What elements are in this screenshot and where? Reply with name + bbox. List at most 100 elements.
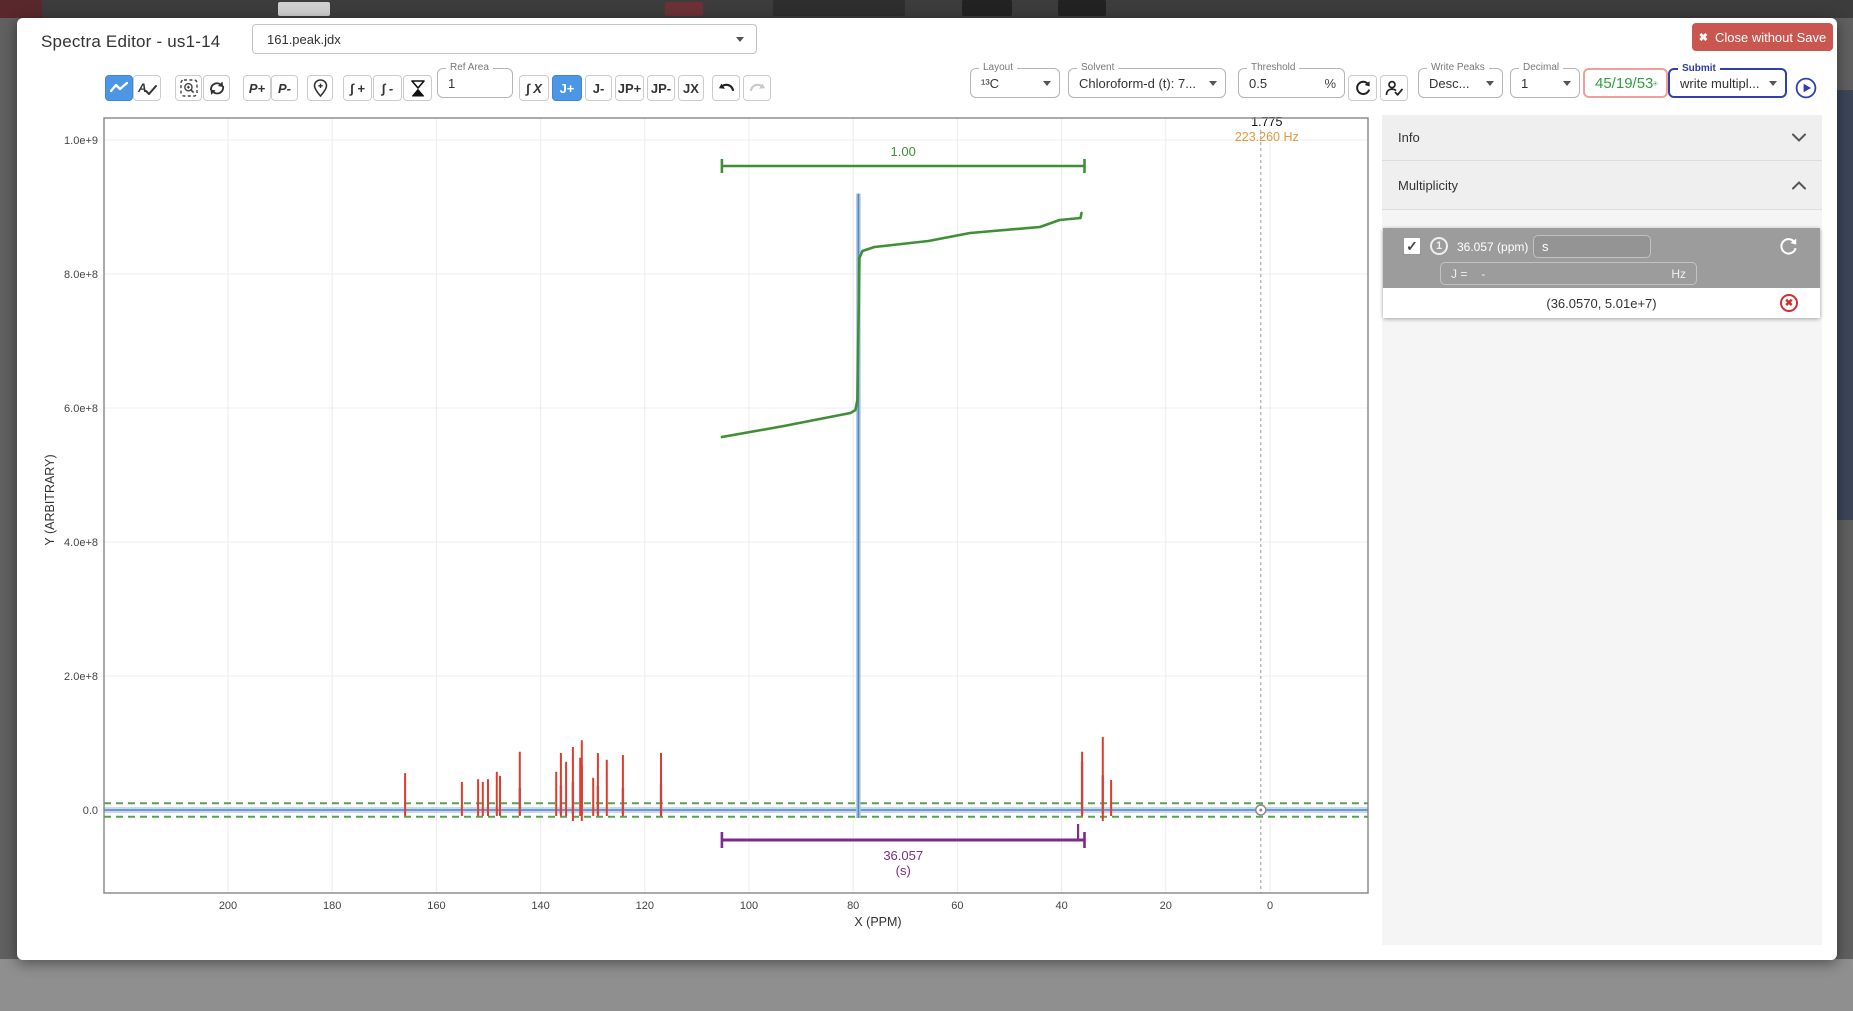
multiplicity-input[interactable]: [1533, 235, 1651, 258]
integral-x-button[interactable]: ∫ X: [519, 75, 549, 101]
peak-remove-button[interactable]: P-: [271, 75, 298, 101]
svg-text:160: 160: [427, 900, 445, 912]
undo-button[interactable]: [712, 75, 740, 101]
peak-counts-value: 45/19/53: [1595, 75, 1653, 92]
submit-value: write multipl...: [1680, 76, 1759, 91]
threshold-field[interactable]: Threshold %: [1238, 68, 1345, 98]
svg-text:36.057: 36.057: [883, 848, 923, 863]
solvent-select[interactable]: Solvent Chloroform-d (t): 7...: [1068, 68, 1226, 98]
svg-text:120: 120: [636, 900, 654, 912]
target-icon: [1653, 75, 1658, 92]
backdrop-fragment: [1058, 0, 1106, 16]
multiplet-add-label: J+: [560, 81, 575, 96]
multiplet-x-label: JX: [683, 81, 699, 96]
multiplet-peak-add-label: JP+: [618, 81, 642, 96]
chevron-down-icon: [1209, 81, 1217, 86]
delete-multiplet-icon[interactable]: ✖: [1780, 294, 1798, 312]
multiplet-remove-button[interactable]: J-: [585, 75, 612, 101]
j-value: -: [1481, 267, 1485, 281]
peak-pick-button[interactable]: [307, 75, 333, 101]
file-select[interactable]: 161.peak.jdx: [252, 24, 757, 54]
svg-text:80: 80: [847, 900, 859, 912]
threshold-input[interactable]: [1249, 76, 1299, 91]
peak-counts-indicator[interactable]: 45/19/53: [1583, 68, 1668, 98]
svg-text:(s): (s): [896, 863, 911, 878]
auto-ranges-tool-button[interactable]: A: [133, 75, 161, 101]
decimal-select[interactable]: Decimal 1: [1510, 68, 1580, 98]
layout-label: Layout: [979, 62, 1017, 73]
chevron-up-icon: [1792, 181, 1806, 190]
threshold-label: Threshold: [1247, 62, 1299, 73]
ref-area-field[interactable]: Ref Area: [437, 68, 513, 98]
undo-icon: [718, 82, 735, 95]
integral-remove-button[interactable]: ∫ -: [373, 75, 402, 101]
refresh-icon[interactable]: [1779, 237, 1798, 256]
line-chart-icon: [110, 81, 128, 95]
chevron-down-icon: [736, 37, 744, 42]
svg-text:0.0: 0.0: [83, 805, 98, 817]
backdrop-fragment: [1837, 90, 1853, 520]
decimal-label: Decimal: [1519, 62, 1563, 73]
pin-plus-icon: [313, 79, 328, 97]
info-section-label: Info: [1398, 130, 1420, 145]
j-coupling-field[interactable]: J = - Hz: [1440, 262, 1697, 285]
multiplet-peak-remove-button[interactable]: JP-: [647, 75, 675, 101]
ref-area-label: Ref Area: [446, 62, 493, 73]
peak-add-button[interactable]: P+: [243, 75, 271, 101]
user-check-icon: [1385, 80, 1403, 96]
backdrop-fragment: [278, 2, 330, 16]
backdrop-fragment: [665, 2, 703, 16]
backdrop-fragment: [0, 0, 42, 18]
svg-text:2.0e+8: 2.0e+8: [64, 671, 98, 683]
multiplet-index-badge: 1: [1430, 237, 1448, 255]
multiplet-row-card: ✓ 1 36.057 (ppm) J = - Hz (36.0570, 5.01…: [1383, 228, 1820, 318]
refresh-icon: [1355, 80, 1371, 96]
svg-text:180: 180: [323, 900, 341, 912]
hourglass-icon: [411, 80, 425, 97]
svg-text:60: 60: [951, 900, 963, 912]
backdrop-fragment: [962, 0, 1012, 16]
peak-remove-label: P-: [278, 81, 291, 96]
zoom-reset-button[interactable]: [203, 75, 230, 101]
multiplet-row[interactable]: ✓ 1 36.057 (ppm) J = - Hz: [1383, 228, 1820, 288]
layout-value: ¹³C: [981, 76, 999, 91]
svg-text:200: 200: [219, 900, 237, 912]
j-unit: Hz: [1671, 267, 1686, 281]
multiplet-peak-add-button[interactable]: JP+: [615, 75, 644, 101]
multiplet-remove-label: J-: [593, 81, 605, 96]
spectrum-line-tool-button[interactable]: [105, 75, 133, 101]
auto-integrate-button[interactable]: [403, 75, 432, 101]
svg-text:0: 0: [1267, 900, 1273, 912]
multiplet-x-button[interactable]: JX: [678, 75, 704, 101]
zoom-in-tool-button[interactable]: [175, 75, 202, 101]
solvent-label: Solvent: [1077, 62, 1118, 73]
close-without-save-button[interactable]: ✖ Close without Save: [1692, 23, 1833, 51]
svg-text:A: A: [137, 81, 147, 95]
assign-peaks-button[interactable]: [1380, 75, 1408, 101]
write-peaks-select[interactable]: Write Peaks Desc...: [1418, 68, 1503, 98]
spectrum-chart[interactable]: 1.0036.057(s)1.775223.260 Hz200180160140…: [40, 100, 1390, 945]
ref-area-input[interactable]: [448, 76, 504, 91]
multiplicity-section-header[interactable]: Multiplicity: [1382, 161, 1822, 210]
write-peaks-label: Write Peaks: [1427, 62, 1489, 73]
run-submit-button[interactable]: [1792, 75, 1820, 101]
svg-text:1.775: 1.775: [1251, 115, 1282, 129]
j-label: J =: [1451, 267, 1467, 281]
info-section-header[interactable]: Info: [1382, 115, 1822, 161]
svg-text:223.260 Hz: 223.260 Hz: [1235, 130, 1299, 144]
chevron-down-icon: [1769, 81, 1777, 86]
svg-text:6.0e+8: 6.0e+8: [64, 403, 98, 415]
a-check-icon: A: [137, 80, 157, 96]
submit-select[interactable]: Submit write multipl...: [1668, 68, 1787, 98]
multiplet-add-button[interactable]: J+: [552, 75, 582, 101]
layout-select[interactable]: Layout ¹³C: [970, 68, 1060, 98]
integral-add-button[interactable]: ∫ +: [343, 75, 372, 101]
redo-button[interactable]: [743, 75, 771, 101]
multiplet-shift-label: 36.057 (ppm): [1457, 240, 1528, 254]
zoom-in-icon: [180, 79, 198, 97]
svg-text:140: 140: [531, 900, 549, 912]
multiplet-coords-row: (36.0570, 5.01e+7) ✖: [1383, 288, 1820, 318]
chevron-down-icon: [1043, 81, 1051, 86]
multiplet-checkbox[interactable]: ✓: [1403, 237, 1421, 255]
recalculate-button[interactable]: [1348, 75, 1377, 101]
